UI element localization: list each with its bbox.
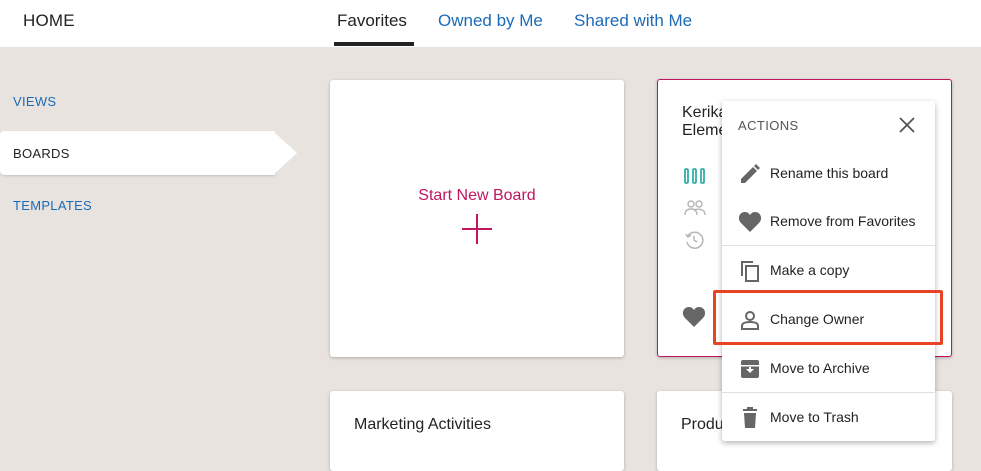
make-copy-menu-item[interactable]: Make a copy bbox=[722, 246, 935, 294]
pencil-icon bbox=[741, 164, 760, 183]
menu-item-label: Rename this board bbox=[770, 165, 889, 181]
close-icon[interactable] bbox=[897, 115, 917, 135]
actions-menu: ACTIONS Rename this board Remove from Fa… bbox=[722, 101, 935, 441]
start-new-board-label: Start New Board bbox=[418, 187, 536, 204]
rename-board-menu-item[interactable]: Rename this board bbox=[722, 149, 935, 197]
sidebar-item-views[interactable]: VIEWS bbox=[13, 94, 56, 109]
menu-item-label: Move to Archive bbox=[770, 360, 870, 376]
trash-icon bbox=[743, 407, 757, 428]
board-card-title: Produ bbox=[681, 416, 724, 433]
plus-icon-vertical bbox=[476, 214, 478, 244]
home-link[interactable]: HOME bbox=[23, 11, 75, 31]
columns-icon bbox=[684, 168, 705, 184]
menu-item-label: Remove from Favorites bbox=[770, 213, 916, 229]
start-new-board-card[interactable]: Start New Board bbox=[330, 80, 624, 357]
move-to-archive-menu-item[interactable]: Move to Archive bbox=[722, 344, 935, 392]
move-to-trash-menu-item[interactable]: Move to Trash bbox=[722, 393, 935, 441]
top-bar: HOME Favorites Owned by Me Shared with M… bbox=[0, 0, 981, 47]
team-icon bbox=[684, 200, 706, 216]
board-card-title: Marketing Activities bbox=[354, 416, 491, 433]
remove-from-favorites-menu-item[interactable]: Remove from Favorites bbox=[722, 197, 935, 245]
sidebar-item-boards-label[interactable]: BOARDS bbox=[13, 146, 70, 161]
sidebar-item-templates[interactable]: TEMPLATES bbox=[13, 198, 92, 213]
tab-favorites[interactable]: Favorites bbox=[337, 11, 407, 31]
tab-owned-by-me[interactable]: Owned by Me bbox=[438, 11, 543, 31]
menu-item-label: Move to Trash bbox=[770, 409, 859, 425]
menu-item-label: Make a copy bbox=[770, 262, 850, 278]
heart-icon bbox=[738, 212, 762, 232]
copy-icon bbox=[741, 261, 759, 282]
highlight-box bbox=[713, 290, 943, 345]
favorite-heart-icon[interactable] bbox=[682, 306, 706, 328]
tab-shared-with-me[interactable]: Shared with Me bbox=[574, 11, 692, 31]
history-icon bbox=[685, 231, 704, 249]
active-tab-indicator bbox=[334, 42, 414, 46]
sidebar-active-pointer bbox=[273, 131, 297, 175]
actions-menu-header: ACTIONS bbox=[738, 118, 799, 133]
archive-icon bbox=[741, 360, 759, 378]
board-card[interactable]: Marketing Activities bbox=[330, 391, 624, 471]
